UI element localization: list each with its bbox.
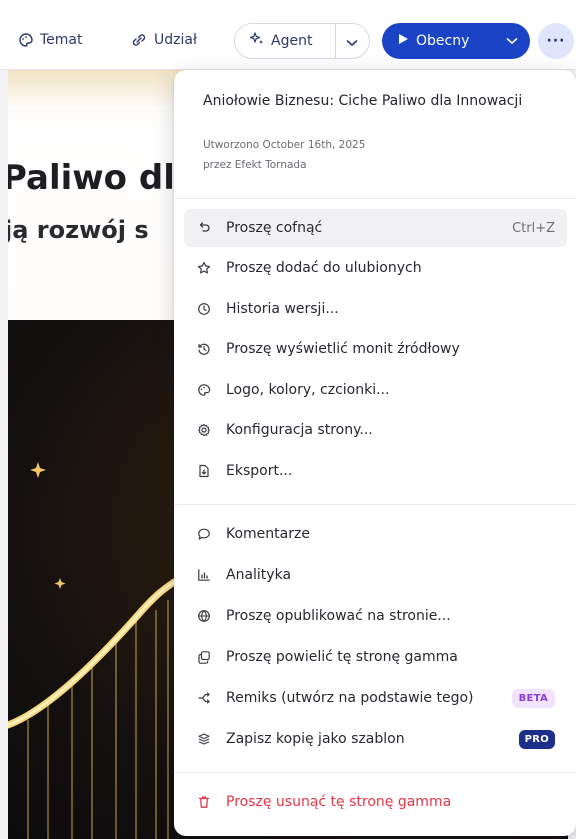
menu-item-label: Proszę usunąć tę stronę gamma bbox=[226, 794, 452, 810]
clock-icon bbox=[196, 301, 212, 317]
menu-item-save-template[interactable]: Zapisz kopię jako szablon PRO bbox=[184, 720, 567, 758]
agent-button[interactable]: Agent bbox=[235, 31, 335, 51]
undo-icon bbox=[196, 220, 212, 236]
menu-item-label: Komentarze bbox=[226, 526, 310, 542]
template-icon bbox=[196, 731, 212, 747]
gear-icon bbox=[196, 422, 212, 438]
menu-item-label: Proszę wyświetlić monit źródłowy bbox=[226, 341, 460, 357]
play-icon bbox=[398, 33, 409, 49]
agent-button-group: Agent bbox=[234, 23, 370, 59]
ellipsis-icon: ··· bbox=[546, 33, 566, 49]
slide-subtitle: ją rozwój s bbox=[8, 216, 149, 244]
comment-icon bbox=[196, 526, 212, 542]
chart-icon bbox=[196, 567, 212, 583]
chevron-down-icon bbox=[346, 32, 358, 51]
menu-divider bbox=[174, 504, 576, 505]
palette-icon bbox=[18, 32, 34, 48]
palette-icon bbox=[196, 382, 212, 398]
shortcut-label: Ctrl+Z bbox=[512, 220, 555, 236]
menu-item-duplicate[interactable]: Proszę powielić tę stronę gamma bbox=[184, 638, 567, 676]
trash-icon bbox=[196, 794, 212, 810]
slide-title: Paliwo dl bbox=[8, 158, 175, 198]
agent-label: Agent bbox=[271, 33, 313, 49]
menu-divider bbox=[174, 772, 576, 773]
chevron-down-icon bbox=[506, 33, 518, 49]
menu-item-delete[interactable]: Proszę usunąć tę stronę gamma bbox=[184, 783, 567, 821]
present-label: Obecny bbox=[416, 33, 470, 49]
link-icon bbox=[130, 32, 148, 48]
menu-item-label: Eksport... bbox=[226, 463, 293, 479]
menu-item-label: Logo, kolory, czcionki... bbox=[226, 382, 390, 398]
menu-item-label: Proszę dodać do ulubionych bbox=[226, 260, 422, 276]
beta-badge: BETA bbox=[511, 688, 555, 708]
share-button[interactable]: Udział bbox=[130, 27, 197, 53]
author-info: przez Efekt Tornada bbox=[203, 159, 307, 171]
menu-item-version-history[interactable]: Historia wersji... bbox=[184, 290, 567, 328]
menu-item-comments[interactable]: Komentarze bbox=[184, 515, 567, 553]
present-button-group: Obecny bbox=[382, 23, 530, 59]
globe-icon bbox=[196, 608, 212, 624]
menu-item-remix[interactable]: Remiks (utwórz na podstawie tego) BETA bbox=[184, 679, 567, 717]
menu-item-publish[interactable]: Proszę opublikować na stronie... bbox=[184, 597, 567, 635]
menu-item-page-setup[interactable]: Konfiguracja strony... bbox=[184, 411, 567, 449]
menu-item-undo[interactable]: Proszę cofnąć Ctrl+Z bbox=[184, 209, 567, 247]
sparkle-icon bbox=[249, 31, 265, 51]
menu-divider bbox=[174, 198, 576, 199]
menu-item-label: Remiks (utwórz na podstawie tego) bbox=[226, 690, 474, 706]
theme-button[interactable]: Temat bbox=[18, 27, 83, 53]
export-icon bbox=[196, 463, 212, 479]
menu-item-label: Historia wersji... bbox=[226, 301, 339, 317]
menu-item-label: Analityka bbox=[226, 567, 292, 583]
document-title: Aniołowie Biznesu: Ciche Paliwo dla Inno… bbox=[203, 93, 523, 109]
created-date: Utworzono October 16th, 2025 bbox=[203, 139, 366, 151]
menu-item-favorite[interactable]: Proszę dodać do ulubionych bbox=[184, 249, 567, 287]
menu-item-source-prompt[interactable]: Proszę wyświetlić monit źródłowy bbox=[184, 330, 567, 368]
present-dropdown-button[interactable] bbox=[494, 33, 530, 49]
menu-item-label: Proszę cofnąć bbox=[226, 220, 323, 236]
menu-item-analytics[interactable]: Analityka bbox=[184, 556, 567, 594]
more-options-menu: Aniołowie Biznesu: Ciche Paliwo dla Inno… bbox=[174, 70, 576, 836]
history-icon bbox=[196, 341, 212, 357]
star-icon bbox=[196, 260, 212, 276]
menu-header: Aniołowie Biznesu: Ciche Paliwo dla Inno… bbox=[174, 70, 576, 198]
share-label: Udział bbox=[154, 32, 197, 48]
menu-item-label: Proszę opublikować na stronie... bbox=[226, 608, 451, 624]
present-button[interactable]: Obecny bbox=[382, 33, 494, 49]
menu-item-brand-settings[interactable]: Logo, kolory, czcionki... bbox=[184, 371, 567, 409]
more-options-button[interactable]: ··· bbox=[538, 23, 574, 59]
top-toolbar: Temat Udział Agent Obecny ··· bbox=[0, 0, 576, 70]
remix-icon bbox=[196, 690, 212, 706]
pro-badge: PRO bbox=[518, 729, 555, 749]
theme-label: Temat bbox=[40, 32, 83, 48]
menu-item-label: Konfiguracja strony... bbox=[226, 422, 373, 438]
menu-item-label: Proszę powielić tę stronę gamma bbox=[226, 649, 458, 665]
duplicate-icon bbox=[196, 649, 212, 665]
menu-item-export[interactable]: Eksport... bbox=[184, 452, 567, 490]
agent-dropdown-button[interactable] bbox=[336, 32, 369, 51]
menu-item-label: Zapisz kopię jako szablon bbox=[226, 731, 405, 747]
